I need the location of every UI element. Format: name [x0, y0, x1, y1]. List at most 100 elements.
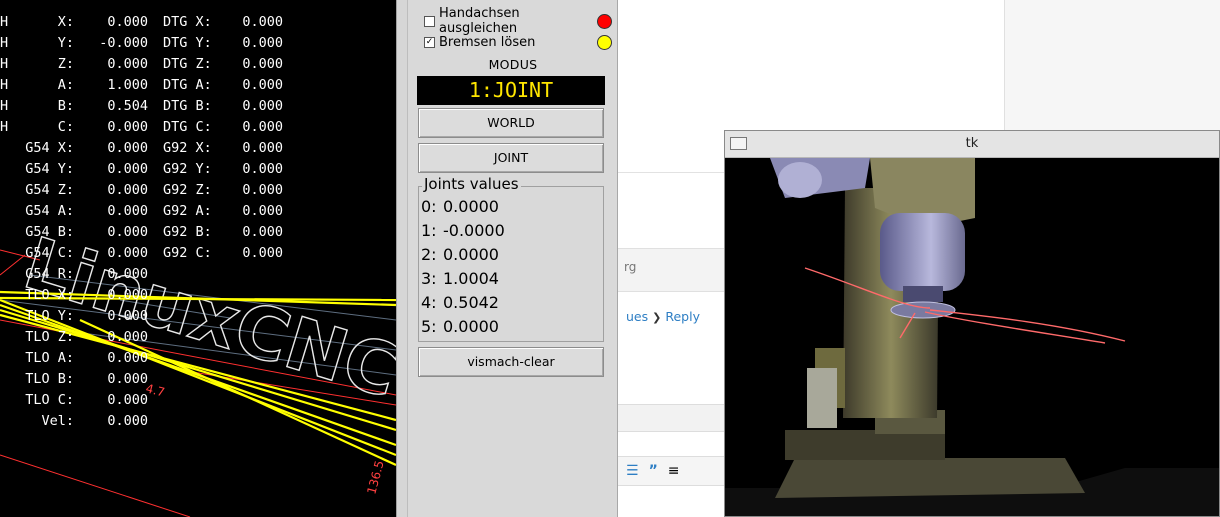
spindle-neck: [903, 286, 943, 302]
dro-axis-label: Vel:: [41, 413, 74, 429]
dro-axis-label: G54 B:: [25, 224, 74, 240]
dro-axis-value: 0.000: [107, 392, 148, 408]
tk-titlebar[interactable]: tk: [725, 131, 1219, 158]
joint-index: 0:: [421, 197, 437, 216]
joint-value: 0.0000: [443, 197, 499, 216]
dro-axis-label: G54 X:: [25, 140, 74, 156]
dro-axis-value: 0.000: [107, 371, 148, 387]
checkbox-row-bremsen[interactable]: ✓ Bremsen lösen: [424, 32, 612, 52]
dro-dtg-value: 0.000: [242, 224, 283, 240]
dro-axis-value: 0.504: [107, 98, 148, 114]
joints-values-title: Joints values: [422, 175, 521, 193]
machine-base: [775, 458, 1085, 498]
dro-axis-value: 1.000: [107, 77, 148, 93]
dro-axis-value: 0.000: [107, 308, 148, 324]
dro-dtg-value: 0.000: [242, 182, 283, 198]
chevron-right-icon: ❯: [652, 311, 662, 324]
dro-dtg-label: G92 Y:: [163, 161, 212, 177]
dro-axis-value: 0.000: [107, 287, 148, 303]
dro-dtg-value: 0.000: [242, 35, 283, 51]
dro-axis-value: 0.000: [107, 224, 148, 240]
pane-separator[interactable]: [396, 0, 408, 517]
joint-value-row: 3: 1.0004: [421, 267, 499, 291]
joint-value-row: 4: 0.5042: [421, 291, 499, 315]
page-sidebar: [1004, 0, 1220, 130]
status-led-red: [597, 13, 612, 29]
dro-axis-value: 0.000: [107, 266, 148, 282]
dro-axis-label: G54 R:: [25, 266, 74, 282]
dro-axis-label: X:: [57, 14, 74, 30]
modus-title: MODUS: [488, 57, 538, 72]
dro-dtg-value: 0.000: [242, 14, 283, 30]
reply-link[interactable]: Reply: [665, 309, 700, 324]
joint-button[interactable]: JOINT: [418, 143, 604, 173]
dro-dtg-label: DTG Y:: [163, 35, 212, 51]
world-button[interactable]: WORLD: [418, 108, 604, 138]
joint-index: 1:: [421, 221, 437, 240]
upper-joint: [778, 162, 822, 198]
dro-axis-value: 0.000: [107, 56, 148, 72]
joint-value: 0.5042: [443, 293, 499, 312]
dro-axis-value: 0.000: [107, 182, 148, 198]
joint-index: 2:: [421, 245, 437, 264]
dro-axis-value: 0.000: [107, 161, 148, 177]
joint-value: 0.0000: [443, 317, 499, 336]
joint-value-row: 0: 0.0000: [421, 195, 499, 219]
breadcrumb-link-prev[interactable]: ues: [626, 309, 648, 324]
dro-dtg-label: G92 A:: [163, 203, 212, 219]
dro-axis-value: -0.000: [99, 35, 148, 51]
post-divider: [618, 172, 728, 249]
modus-display: 1:JOINT: [417, 76, 605, 105]
dro-dtg-value: 0.000: [242, 161, 283, 177]
checkbox-handachsen[interactable]: [424, 15, 435, 27]
dro-axis-value: 0.000: [107, 413, 148, 429]
checkbox-bremsen[interactable]: ✓: [424, 36, 435, 48]
dro-dtg-value: 0.000: [242, 119, 283, 135]
editor-toolbar: ☰ ” ≡: [618, 456, 728, 486]
post-fragment-text: rg: [624, 260, 637, 274]
dimension-label-b: 136.5: [364, 459, 386, 496]
dro-axis-label: A:: [57, 77, 74, 93]
dro-axis-label: Z:: [57, 56, 74, 72]
vismach-3d-view[interactable]: [725, 158, 1219, 517]
editor-strip: [618, 404, 728, 432]
dro-dtg-value: 0.000: [242, 77, 283, 93]
joint-value-row: 1: -0.0000: [421, 219, 505, 243]
dro-dtg-label: G92 X:: [163, 140, 212, 156]
dro-axis-label: TLO C:: [25, 392, 74, 408]
dro-axis-value: 0.000: [107, 14, 148, 30]
dro-axis-label: G54 C:: [25, 245, 74, 261]
joint-index: 3:: [421, 269, 437, 288]
dro-axis-label: TLO X:: [25, 287, 74, 303]
list-icon[interactable]: ☰: [626, 463, 639, 479]
column-cylinder: [807, 368, 837, 428]
quote-icon[interactable]: ”: [649, 463, 658, 479]
dro-dtg-value: 0.000: [242, 98, 283, 114]
dro-dtg-label: DTG Z:: [163, 56, 212, 72]
checkbox-row-handachsen[interactable]: Handachsen ausgleichen: [424, 6, 612, 36]
joint-value-row: 5: 0.0000: [421, 315, 499, 339]
dro-axis-label: G54 A:: [25, 203, 74, 219]
status-led-yellow: [597, 34, 612, 50]
joint-value: 1.0004: [443, 269, 499, 288]
vismach-clear-button[interactable]: vismach-clear: [418, 347, 604, 377]
dro-axis-value: 0.000: [107, 119, 148, 135]
dro-dtg-label: G92 C:: [163, 245, 212, 261]
tk-window-title: tk: [965, 136, 979, 151]
dro-preview-panel[interactable]: LinuxCNC 4.7 136.5 H X: 0.000 DTG X: 0.000 H Y…: [0, 0, 396, 517]
joint-value-row: 2: 0.0000: [421, 243, 499, 267]
dro-axis-label: TLO Y:: [25, 308, 74, 324]
dro-dtg-value: 0.000: [242, 140, 283, 156]
align-left-icon[interactable]: ≡: [668, 463, 680, 479]
dro-dtg-label: DTG X:: [163, 14, 212, 30]
joint-index: 5:: [421, 317, 437, 336]
tk-window[interactable]: tk: [724, 130, 1220, 517]
dro-dtg-label: DTG B:: [163, 98, 212, 114]
joint-value: 0.0000: [443, 245, 499, 264]
dro-axis-label: G54 Z:: [25, 182, 74, 198]
dro-axis-label: TLO Z:: [25, 329, 74, 345]
vismach-control-panel: Handachsen ausgleichen ✓ Bremsen lösen M…: [408, 0, 618, 517]
dro-dtg-label: DTG C:: [163, 119, 212, 135]
dro-dtg-label: DTG A:: [163, 77, 212, 93]
joint-value: -0.0000: [443, 221, 505, 240]
